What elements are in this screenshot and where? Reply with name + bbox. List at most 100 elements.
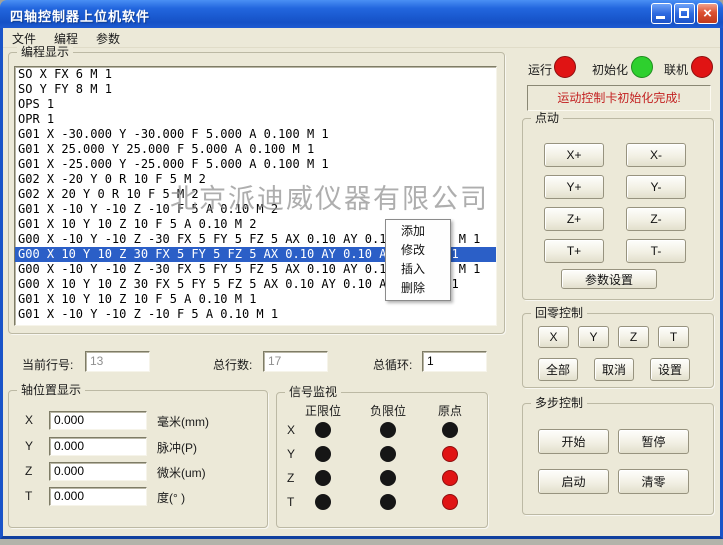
- program-line[interactable]: G02 X 20 Y 0 R 10 F 5 M 2: [15, 187, 496, 202]
- axis-position-row: Y0.000脉冲(P): [9, 437, 267, 457]
- homing-axis-button-z[interactable]: Z: [618, 326, 649, 348]
- jog-button-t-minus[interactable]: T-: [626, 239, 686, 263]
- program-line[interactable]: OPR 1: [15, 112, 496, 127]
- parameter-settings-button[interactable]: 参数设置: [561, 269, 657, 289]
- homing-set-button[interactable]: 设置: [650, 358, 690, 381]
- signal-axis-label: X: [287, 423, 295, 437]
- axis-unit-label: 毫米(mm): [157, 413, 209, 430]
- jog-button-t-minusplus[interactable]: T+: [544, 239, 604, 263]
- context-item-delete[interactable]: 删除: [386, 279, 450, 298]
- pause-button[interactable]: 暂停: [618, 429, 689, 454]
- close-button[interactable]: ×: [697, 3, 718, 24]
- jog-button-x-minusplus[interactable]: X+: [544, 143, 604, 167]
- program-line[interactable]: SO Y FY 8 M 1: [15, 82, 496, 97]
- menu-item-program[interactable]: 编程: [45, 28, 87, 45]
- signal-column-header: 原点: [438, 402, 462, 419]
- current-line-field: 13: [85, 351, 150, 372]
- title-bar: 四轴控制器上位机软件 ×: [0, 0, 723, 28]
- axis-value-field: 0.000: [49, 462, 147, 481]
- axis-letter-label: T: [25, 489, 32, 503]
- program-line[interactable]: G01 X -25.000 Y -25.000 F 5.000 A 0.100 …: [15, 157, 496, 172]
- jog-button-z-minus[interactable]: Z-: [626, 207, 686, 231]
- homing-group-label: 回零控制: [531, 306, 587, 320]
- maximize-icon: [679, 8, 689, 18]
- axis-position-group: 轴位置显示 X0.000毫米(mm)Y0.000脉冲(P)Z0.000微米(um…: [8, 390, 268, 528]
- homing-axis-button-x[interactable]: X: [538, 326, 569, 348]
- indicator-label-init: 初始化: [592, 61, 628, 78]
- axis-position-row: T 0.000 度(° ): [9, 487, 267, 507]
- signal-led-black: [380, 470, 396, 486]
- axis-unit-label: 度(° ): [157, 489, 185, 506]
- signal-led-black: [442, 422, 458, 438]
- minimize-button[interactable]: [651, 3, 672, 24]
- launch-button[interactable]: 启动: [538, 469, 609, 494]
- status-message-box: 运动控制卡初始化完成!: [527, 85, 711, 111]
- signal-monitor-group-label: 信号监视: [285, 385, 341, 399]
- context-menu: 添加修改插入删除: [385, 219, 451, 301]
- jog-button-z-minusplus[interactable]: Z+: [544, 207, 604, 231]
- start-button[interactable]: 开始: [538, 429, 609, 454]
- context-item-modify[interactable]: 修改: [386, 241, 450, 260]
- program-display-group-label: 编程显示: [17, 45, 73, 59]
- clear-button[interactable]: 清零: [618, 469, 689, 494]
- signal-led-red: [442, 446, 458, 462]
- signal-column-header: 正限位: [305, 402, 341, 419]
- axis-letter-label: Z: [25, 464, 32, 478]
- context-item-insert[interactable]: 插入: [386, 260, 450, 279]
- homing-axis-button-y[interactable]: Y: [578, 326, 609, 348]
- menu-item-params[interactable]: 参数: [87, 28, 129, 45]
- jog-button-y-minus[interactable]: Y-: [626, 175, 686, 199]
- jog-button-x-minus[interactable]: X-: [626, 143, 686, 167]
- signal-led-black: [380, 422, 396, 438]
- signal-monitor-group: 信号监视 正限位负限位原点XYZT: [276, 392, 488, 528]
- close-icon: ×: [698, 4, 717, 23]
- jog-group-label: 点动: [531, 111, 563, 125]
- axis-position-row: Z0.000微米(um): [9, 462, 267, 482]
- program-line[interactable]: OPS 1: [15, 97, 496, 112]
- indicator-label-run: 运行: [528, 61, 552, 78]
- indicator-led-init: [631, 56, 653, 78]
- axis-position-group-label: 轴位置显示: [17, 383, 85, 397]
- window-bottom-edge: [0, 539, 723, 545]
- axis-value-field: 0.000: [49, 437, 147, 456]
- signal-led-black: [315, 446, 331, 462]
- axis-value-field: 0.000: [49, 487, 147, 506]
- current-line-label: 当前行号:: [22, 356, 73, 373]
- total-lines-field: 17: [263, 351, 328, 372]
- axis-position-row: X 0.000 毫米(mm): [9, 411, 267, 431]
- multistep-group-label: 多步控制: [531, 396, 587, 410]
- window-title: 四轴控制器上位机软件: [10, 6, 150, 25]
- signal-led-black: [315, 494, 331, 510]
- homing-axis-button-t[interactable]: T: [658, 326, 689, 348]
- homing-cancel-button[interactable]: 取消: [594, 358, 634, 381]
- homing-all-button[interactable]: 全部: [538, 358, 578, 381]
- jog-group: 点动 参数设置 X+X-Y+Y-Z+Z-T+T-: [522, 118, 714, 300]
- signal-led-black: [380, 494, 396, 510]
- program-line[interactable]: G01 X -10 Y -10 Z -10 F 5 A 0.10 M 2: [15, 202, 496, 217]
- maximize-button[interactable]: [674, 3, 695, 24]
- context-item-add[interactable]: 添加: [386, 222, 450, 241]
- axis-unit-label: 脉冲(P): [157, 439, 197, 456]
- program-line[interactable]: SO X FX 6 M 1: [15, 67, 496, 82]
- signal-led-red: [442, 494, 458, 510]
- signal-led-black: [315, 470, 331, 486]
- program-line[interactable]: G01 X -30.000 Y -30.000 F 5.000 A 0.100 …: [15, 127, 496, 142]
- program-line[interactable]: G01 X -10 Y -10 Z -10 F 5 A 0.10 M 1: [15, 307, 496, 322]
- minimize-icon: [656, 16, 665, 19]
- menu-bar: 文件编程参数: [3, 28, 720, 48]
- jog-button-y-minusplus[interactable]: Y+: [544, 175, 604, 199]
- indicator-led-online: [691, 56, 713, 78]
- program-line[interactable]: G02 X -20 Y 0 R 10 F 5 M 2: [15, 172, 496, 187]
- total-cycles-field[interactable]: 1: [422, 351, 487, 372]
- homing-group: 回零控制 XYZT全部取消设置: [522, 313, 714, 388]
- signal-led-red: [442, 470, 458, 486]
- signal-led-black: [380, 446, 396, 462]
- indicator-led-run: [554, 56, 576, 78]
- menu-item-file[interactable]: 文件: [3, 28, 45, 45]
- program-line[interactable]: G01 X 25.000 Y 25.000 F 5.000 A 0.100 M …: [15, 142, 496, 157]
- indicator-label-online: 联机: [664, 61, 688, 78]
- signal-axis-label: T: [287, 495, 294, 509]
- axis-value-field: 0.000: [49, 411, 147, 430]
- axis-letter-label: X: [25, 413, 33, 427]
- application-window: 四轴控制器上位机软件 × 文件编程参数 编程显示 SO X FX 6 M 1SO…: [0, 0, 723, 545]
